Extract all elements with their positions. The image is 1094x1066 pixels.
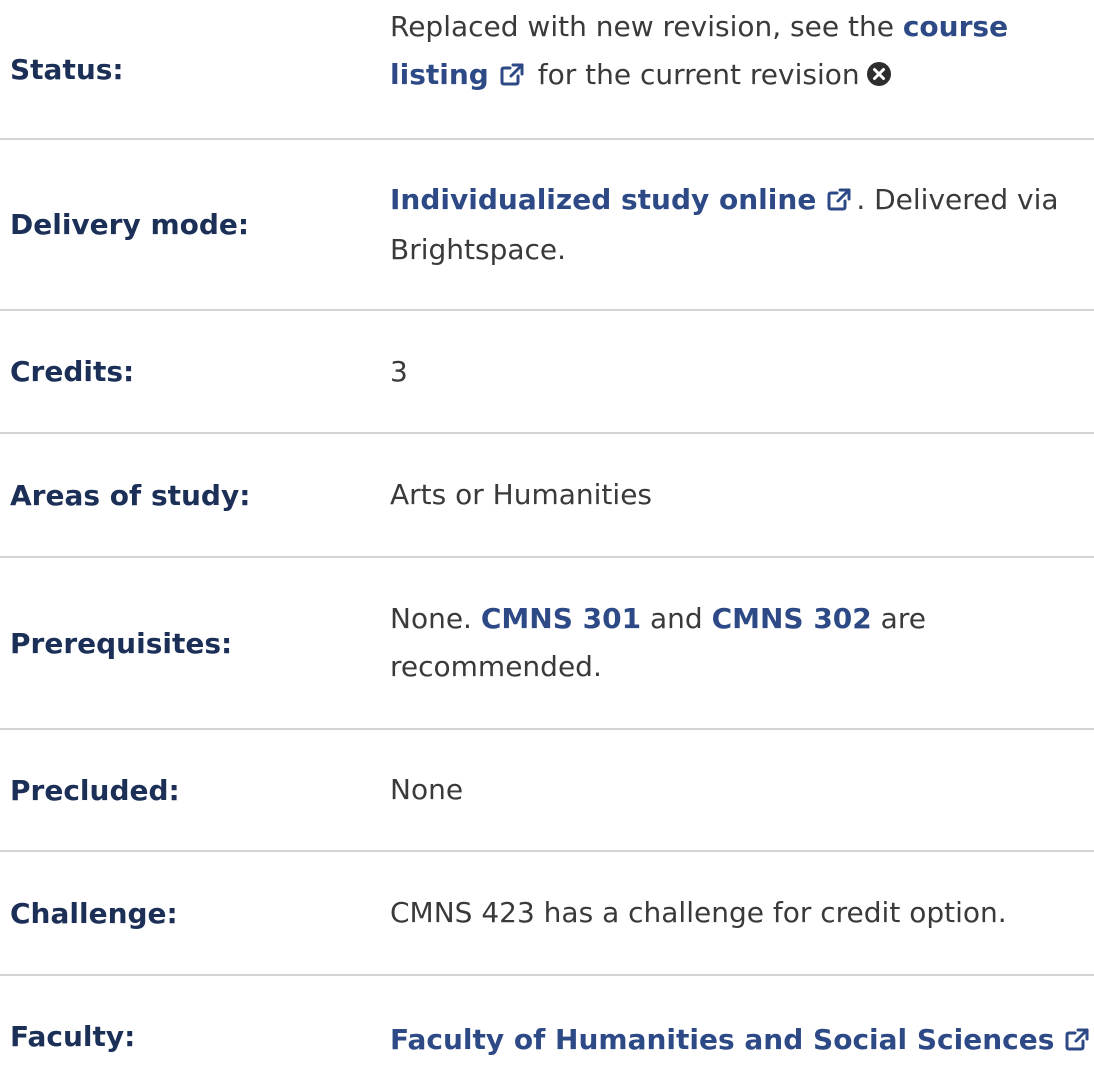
status-value: Replaced with new revision, see the cour… xyxy=(390,3,1094,102)
status-row: Status: Replaced with new revision, see … xyxy=(0,0,1094,140)
credits-row: Credits: 3 xyxy=(0,311,1094,434)
prerequisites-row: Prerequisites: None. CMNS 301 and CMNS 3… xyxy=(0,558,1094,730)
faculty-row: Faculty: Faculty of Humanities and Socia… xyxy=(0,976,1094,1056)
credits-label: Credits: xyxy=(10,355,135,388)
challenge-row: Challenge: CMNS 423 has a challenge for … xyxy=(0,852,1094,976)
credits-value: 3 xyxy=(390,354,408,388)
individualized-study-link-label: Individualized study online xyxy=(390,182,817,216)
delivery-mode-label: Delivery mode: xyxy=(10,208,250,241)
cmns-302-link[interactable]: CMNS 302 xyxy=(712,602,872,635)
challenge-value: CMNS 423 has a challenge for credit opti… xyxy=(390,896,1007,929)
delivery-mode-value: Individualized study online. Delivered v… xyxy=(390,176,1094,274)
areas-of-study-label: Areas of study: xyxy=(10,478,251,512)
cmns-301-link[interactable]: CMNS 301 xyxy=(481,602,641,635)
faculty-link[interactable]: Faculty of Humanities and Social Science… xyxy=(390,1023,1094,1056)
status-label: Status: xyxy=(10,52,124,86)
areas-of-study-row: Areas of study: Arts or Humanities xyxy=(0,434,1094,558)
close-circle-icon xyxy=(866,54,892,102)
status-text-before: Replaced with new revision, see the xyxy=(390,9,903,43)
course-info-table: Status: Replaced with new revision, see … xyxy=(0,0,1094,1056)
prerequisites-value: None. CMNS 301 and CMNS 302 are recommen… xyxy=(390,595,1094,691)
areas-of-study-value: Arts or Humanities xyxy=(390,478,653,511)
external-link-icon xyxy=(826,178,852,226)
faculty-label: Faculty: xyxy=(10,1020,136,1053)
precluded-row: Precluded: None xyxy=(0,730,1094,852)
prerequisites-text-middle: and xyxy=(641,602,712,635)
prerequisites-label: Prerequisites: xyxy=(10,626,233,660)
external-link-icon xyxy=(1064,1018,1090,1066)
challenge-label: Challenge: xyxy=(10,896,178,930)
precluded-label: Precluded: xyxy=(10,773,180,807)
faculty-link-label: Faculty of Humanities and Social Science… xyxy=(390,1023,1055,1056)
external-link-icon xyxy=(499,53,525,101)
individualized-study-link[interactable]: Individualized study online xyxy=(390,183,856,216)
precluded-value: None xyxy=(390,773,464,806)
prerequisites-text-before: None. xyxy=(390,602,481,635)
delivery-mode-row: Delivery mode: Individualized study onli… xyxy=(0,140,1094,311)
status-text-after: for the current revision xyxy=(528,57,860,91)
faculty-value: Faculty of Humanities and Social Science… xyxy=(390,1016,1094,1066)
